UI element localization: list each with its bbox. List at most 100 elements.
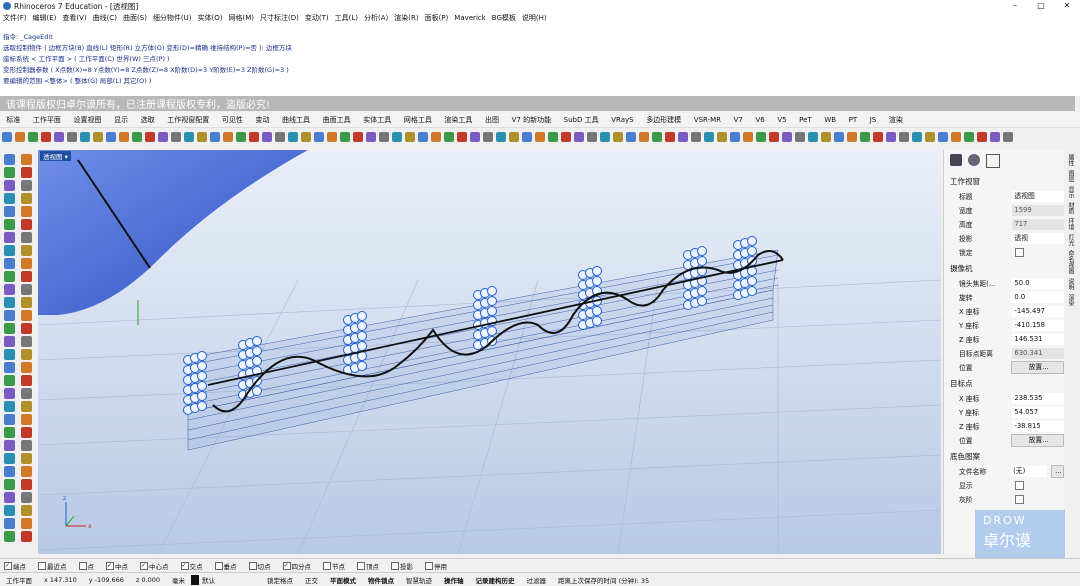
left-tool-icon[interactable] (21, 336, 32, 347)
left-tool-icon[interactable] (4, 453, 15, 464)
control-point[interactable] (197, 371, 207, 381)
left-tool-icon[interactable] (21, 531, 32, 542)
menu-solid[interactable]: 实体(O) (195, 13, 226, 23)
left-tool-icon[interactable] (4, 466, 15, 477)
toolbar-tool-icon[interactable] (170, 132, 181, 142)
toolbar-tool-icon[interactable] (118, 132, 129, 142)
left-tool-icon[interactable] (4, 206, 15, 217)
tab-vrays[interactable]: VRayS (605, 116, 640, 124)
menu-panels[interactable]: 面板(P) (422, 13, 452, 23)
left-tool-icon[interactable] (4, 505, 15, 516)
left-tool-icon[interactable] (21, 310, 32, 321)
control-point[interactable] (747, 286, 757, 296)
place-camera-button[interactable]: 放置... (1011, 360, 1064, 374)
control-point[interactable] (357, 331, 367, 341)
close-button[interactable]: ✕ (1054, 0, 1080, 12)
toolbar-tool-icon[interactable] (573, 132, 584, 142)
minimize-button[interactable]: – (1002, 0, 1028, 12)
left-tool-icon[interactable] (4, 388, 15, 399)
toolbar-tool-icon[interactable] (560, 132, 571, 142)
left-tool-icon[interactable] (21, 479, 32, 490)
control-point[interactable] (487, 326, 497, 336)
toolbar-tool-icon[interactable] (92, 132, 103, 142)
osnap-8[interactable]: ✓ 四分点 (279, 561, 316, 571)
osnap-checkbox[interactable] (357, 561, 365, 570)
toggle-gumball[interactable]: 操作轴 (438, 575, 470, 585)
lens-field[interactable]: 50.0 (1012, 277, 1064, 289)
toggle-planar[interactable]: 平面模式 (324, 575, 362, 585)
control-point[interactable] (487, 286, 497, 296)
menu-subd[interactable]: 细分物件(U) (150, 13, 195, 23)
menu-file[interactable]: 文件(F) (0, 13, 30, 23)
toolbar-tool-icon[interactable] (729, 132, 740, 142)
toolbar-tool-icon[interactable] (989, 132, 1000, 142)
side-tab-properties[interactable]: 属性 (1066, 154, 1075, 166)
left-tool-icon[interactable] (4, 414, 15, 425)
toggle-history[interactable]: 记录建构历史 (470, 575, 521, 585)
left-tool-icon[interactable] (4, 518, 15, 529)
toolbar-tool-icon[interactable] (300, 132, 311, 142)
toolbar-tool-icon[interactable] (378, 132, 389, 142)
left-tool-icon[interactable] (21, 245, 32, 256)
toolbar-tool-icon[interactable] (924, 132, 935, 142)
viewport-title-tab[interactable]: 透视图 ▾ (40, 151, 71, 161)
toolbar-tool-icon[interactable] (937, 132, 948, 142)
toolbar-tool-icon[interactable] (690, 132, 701, 142)
toolbar-tool-icon[interactable] (430, 132, 441, 142)
camera-icon[interactable] (950, 154, 962, 166)
toolbar-tool-icon[interactable] (885, 132, 896, 142)
tab-display[interactable]: 显示 (108, 115, 135, 125)
toolbar-tool-icon[interactable] (859, 132, 870, 142)
toolbar-tool-icon[interactable] (183, 132, 194, 142)
left-tool-icon[interactable] (21, 167, 32, 178)
toolbar-tool-icon[interactable] (521, 132, 532, 142)
menu-analyze[interactable]: 分析(A) (361, 13, 391, 23)
left-tool-icon[interactable] (21, 453, 32, 464)
control-point[interactable] (592, 266, 602, 276)
tab-standard[interactable]: 标准 (0, 115, 27, 125)
toolbar-tool-icon[interactable] (976, 132, 987, 142)
toolbar-tool-icon[interactable] (326, 132, 337, 142)
menu-mesh[interactable]: 网格(M) (226, 13, 258, 23)
toolbar-tool-icon[interactable] (794, 132, 805, 142)
osnap-7[interactable]: 切点 (245, 561, 275, 571)
tab-render-tools[interactable]: 渲染工具 (438, 115, 479, 125)
target-x-field[interactable]: 238.535 (1012, 392, 1064, 404)
tab-set-view[interactable]: 设置视图 (67, 115, 108, 125)
toolbar-tool-icon[interactable] (742, 132, 753, 142)
camera-x-field[interactable]: -145.497 (1012, 305, 1064, 317)
toolbar-tool-icon[interactable] (963, 132, 974, 142)
left-tool-icon[interactable] (4, 232, 15, 243)
left-tool-icon[interactable] (21, 271, 32, 282)
osnap-checkbox[interactable]: ✓ (4, 561, 12, 570)
tab-viewport-layout[interactable]: 工作视窗配置 (161, 115, 216, 125)
filename-field[interactable]: (无) (1011, 465, 1047, 477)
toolbar-tool-icon[interactable] (339, 132, 350, 142)
target-z-field[interactable]: -38.815 (1012, 420, 1064, 432)
control-point[interactable] (747, 246, 757, 256)
left-tool-icon[interactable] (21, 375, 32, 386)
toolbar-tool-icon[interactable] (274, 132, 285, 142)
toolbar-tool-icon[interactable] (898, 132, 909, 142)
left-tool-icon[interactable] (21, 180, 32, 191)
tab-js[interactable]: JS (863, 116, 882, 124)
control-point[interactable] (697, 286, 707, 296)
left-tool-icon[interactable] (4, 440, 15, 451)
toolbar-tool-icon[interactable] (833, 132, 844, 142)
toolbar-tool-icon[interactable] (365, 132, 376, 142)
left-tool-icon[interactable] (21, 505, 32, 516)
left-tool-icon[interactable] (4, 427, 15, 438)
toolbar-tool-icon[interactable] (768, 132, 779, 142)
tab-mesh-tools[interactable]: 网格工具 (398, 115, 439, 125)
osnap-checkbox[interactable] (323, 561, 331, 570)
side-tab-render[interactable]: 渲染 (1066, 294, 1075, 306)
toggle-grid-snap[interactable]: 锁定格点 (261, 575, 299, 585)
toolbar-tool-icon[interactable] (287, 132, 298, 142)
control-point[interactable] (747, 276, 757, 286)
menu-render[interactable]: 渲染(R) (391, 13, 421, 23)
toggle-smarttrack[interactable]: 智慧轨迹 (400, 575, 438, 585)
control-point[interactable] (357, 361, 367, 371)
toolbar-tool-icon[interactable] (53, 132, 64, 142)
left-tool-icon[interactable] (4, 310, 15, 321)
control-point[interactable] (197, 361, 207, 371)
